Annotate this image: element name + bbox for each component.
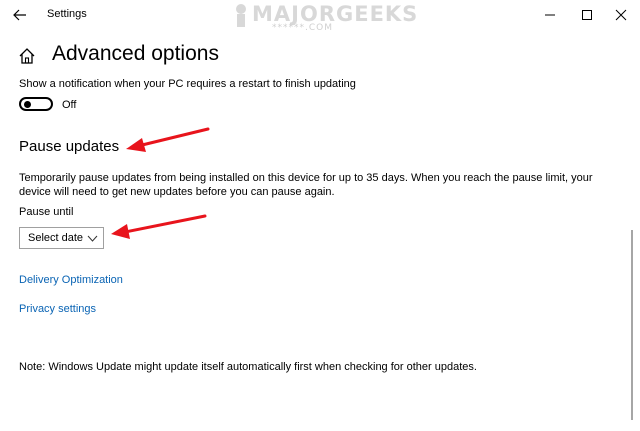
- majorgeeks-watermark: MAJORGEEKS ******.COM: [228, 0, 417, 36]
- back-arrow-icon[interactable]: [11, 6, 29, 24]
- update-note: Note: Windows Update might update itself…: [19, 361, 477, 373]
- title-bar: Settings MAJORGEEKS ******.COM: [0, 0, 640, 33]
- watermark-logo-icon: [236, 4, 246, 27]
- maximize-icon[interactable]: [578, 6, 596, 24]
- window-title: Settings: [47, 8, 87, 20]
- toggle-state-label: Off: [62, 99, 77, 111]
- scrollbar[interactable]: [631, 230, 633, 420]
- pause-until-label: Pause until: [19, 206, 74, 218]
- close-icon[interactable]: [612, 6, 630, 24]
- minimize-icon[interactable]: [541, 6, 559, 24]
- red-arrow-icon: [111, 214, 207, 239]
- pause-until-select[interactable]: Select date: [19, 227, 104, 249]
- privacy-settings-link[interactable]: Privacy settings: [19, 303, 96, 315]
- pause-updates-description: Temporarily pause updates from being ins…: [19, 172, 593, 198]
- toggle-knob: [24, 101, 31, 108]
- select-value: Select date: [28, 232, 84, 244]
- home-icon[interactable]: [18, 47, 36, 65]
- pause-updates-heading: Pause updates: [19, 138, 120, 155]
- delivery-optimization-link[interactable]: Delivery Optimization: [19, 274, 123, 286]
- restart-notification-toggle[interactable]: [19, 97, 53, 111]
- chevron-down-icon: [87, 235, 98, 242]
- restart-notification-label: Show a notification when your PC require…: [19, 78, 356, 90]
- red-arrow-icon: [126, 127, 210, 152]
- watermark-subtext: ******.COM: [272, 23, 333, 33]
- page-title: Advanced options: [52, 42, 219, 65]
